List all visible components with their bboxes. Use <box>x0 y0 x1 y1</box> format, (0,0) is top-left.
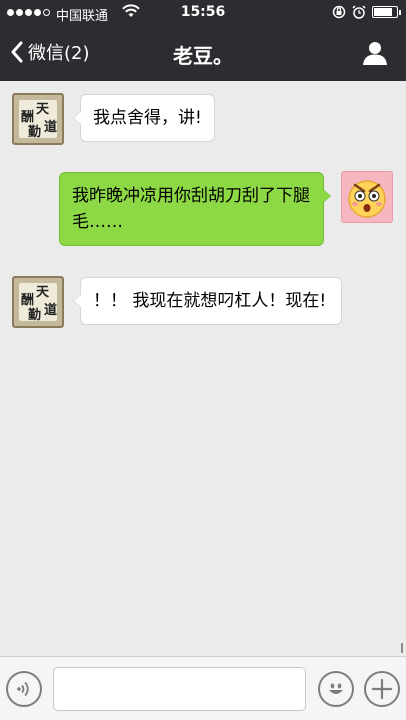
incoming-message-bubble[interactable]: ！！ 我现在就想叼杠人！现在! <box>73 277 342 325</box>
message-text: 我点舍得，讲! <box>93 108 202 128</box>
chat-area[interactable]: 天 道 酬 勤 我点舍得，讲! 我昨晚冲凉用你刮胡刀刮了下腿毛…… 天 道 酬 <box>0 81 406 656</box>
scrollbar[interactable] <box>401 643 403 653</box>
nav-bar: 微信(2) 老豆。 <box>0 26 406 81</box>
astonished-face-icon <box>348 180 386 218</box>
voice-button[interactable] <box>6 671 42 707</box>
input-bar <box>0 656 406 720</box>
chat-title: 老豆。 <box>173 44 233 68</box>
plus-icon <box>371 678 393 700</box>
outgoing-message-bubble[interactable]: 我昨晚冲凉用你刮胡刀刮了下腿毛…… <box>59 172 331 246</box>
top-bar: 中国联通 15:56 微信(2) 老豆。 <box>0 0 406 81</box>
person-icon[interactable] <box>362 40 388 66</box>
voice-icon <box>17 681 29 697</box>
contact-avatar[interactable]: 天 道 酬 勤 <box>12 93 64 145</box>
alarm-icon <box>352 5 366 19</box>
contact-avatar[interactable]: 天 道 酬 勤 <box>12 276 64 328</box>
message-text: 我昨晚冲凉用你刮胡刀刮了下腿毛…… <box>72 186 310 232</box>
rotation-lock-icon <box>332 5 346 19</box>
my-avatar[interactable] <box>341 171 393 223</box>
status-bar: 中国联通 15:56 <box>0 0 406 26</box>
emoji-button[interactable] <box>318 671 354 707</box>
emoji-icon <box>329 683 343 694</box>
message-text: ！！ 我现在就想叼杠人！现在! <box>93 291 327 311</box>
plus-button[interactable] <box>364 671 400 707</box>
message-input[interactable] <box>53 667 306 711</box>
incoming-message-bubble[interactable]: 我点舍得，讲! <box>73 94 215 142</box>
battery-icon <box>372 6 401 18</box>
